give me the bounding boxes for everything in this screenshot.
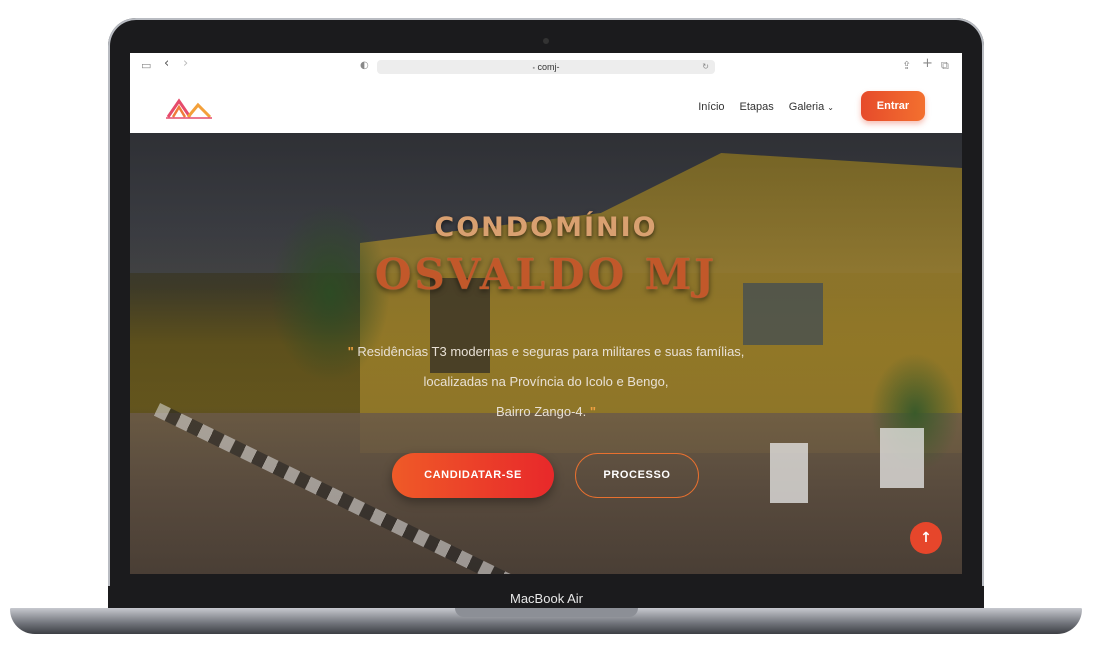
shield-icon[interactable]: ◐	[360, 60, 369, 72]
hero-background-pot	[880, 428, 924, 488]
nav-link-galeria[interactable]: Galeria ⌄	[789, 101, 834, 113]
hero-desc-line2: localizadas na Província do Icolo e Beng…	[423, 374, 669, 389]
nav-link-inicio[interactable]: Início	[698, 101, 724, 113]
lock-icon: ▪	[532, 65, 535, 72]
hero-background-ground	[130, 413, 962, 574]
chevron-down-icon: ⌄	[827, 103, 834, 112]
tabs-icon[interactable]: ⧉	[941, 60, 949, 72]
share-icon[interactable]: ⇪	[902, 60, 911, 72]
candidatar-button[interactable]: CANDIDATAR-SE	[392, 453, 554, 498]
new-tab-icon[interactable]: +	[922, 57, 933, 70]
scroll-to-top-button[interactable]: ↑	[910, 522, 942, 554]
address-bar[interactable]: ▪ comj- ↻	[377, 60, 715, 74]
hero-section: CONDOMÍNIO OSVALDO MJ " Residências T3 m…	[130, 133, 962, 574]
forward-icon[interactable]: ›	[183, 57, 188, 70]
quote-open-icon: "	[347, 344, 354, 359]
url-text: comj-	[537, 62, 560, 72]
hero-desc-line1: " Residências T3 modernas e seguras para…	[296, 337, 796, 367]
nav-link-etapas[interactable]: Etapas	[740, 101, 774, 113]
hero-title-line1: CONDOMÍNIO	[434, 212, 658, 243]
entrar-button[interactable]: Entrar	[861, 91, 925, 121]
reload-icon[interactable]: ↻	[702, 60, 709, 74]
hero-desc-line3-text: Bairro Zango-4.	[495, 404, 587, 419]
sidebar-icon[interactable]: ▭	[141, 60, 151, 72]
nav-links: Início Etapas Galeria ⌄	[698, 101, 834, 113]
logo-icon[interactable]	[166, 93, 212, 119]
device-label: MacBook Air	[510, 591, 583, 606]
camera	[543, 38, 549, 44]
hero-desc-line1-text: Residências T3 modernas e seguras para m…	[357, 344, 745, 359]
nav-link-galeria-label: Galeria	[788, 101, 825, 113]
laptop-notch	[455, 608, 638, 617]
quote-close-icon: "	[589, 404, 597, 419]
site-header: Início Etapas Galeria ⌄ Entrar	[130, 80, 962, 133]
processo-button[interactable]: PROCESSO	[575, 453, 699, 498]
hero-desc-line3: Bairro Zango-4. "	[296, 397, 796, 427]
hero-title-line2: OSVALDO MJ	[374, 250, 718, 299]
screen: ▭ ‹ › ◐ ▪ comj- ↻ ⇪ + ⧉ Início Etapas Ga…	[130, 53, 962, 574]
browser-toolbar: ▭ ‹ › ◐ ▪ comj- ↻ ⇪ + ⧉	[130, 53, 962, 80]
arrow-up-icon: ↑	[920, 530, 932, 546]
hero-background-pot	[770, 443, 808, 503]
hero-description: " Residências T3 modernas e seguras para…	[296, 337, 796, 427]
back-icon[interactable]: ‹	[164, 57, 169, 70]
